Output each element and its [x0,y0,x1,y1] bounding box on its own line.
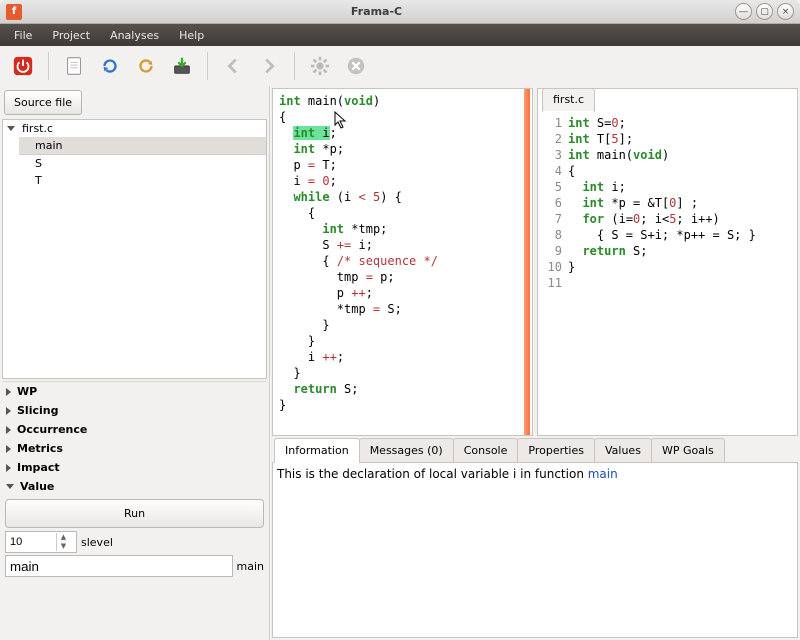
plugin-slicing[interactable]: Slicing [2,401,267,420]
normalized-code-pane[interactable]: int main(void) { int i; int *p; p = T; i… [272,88,533,436]
toolbar [0,46,800,86]
chevron-down-icon [7,126,15,131]
tree-item-s[interactable]: S [19,155,266,172]
right-panel: int main(void) { int i; int *p; p = T; i… [270,86,800,640]
left-panel: Source file first.c main S T WP Slicing … [0,86,270,640]
plugin-wp[interactable]: WP [2,382,267,401]
gear-icon[interactable] [303,49,337,83]
main-label: main [237,560,264,573]
tab-messages[interactable]: Messages (0) [359,438,454,463]
source-tree[interactable]: first.c main S T [2,119,267,379]
menu-analyses[interactable]: Analyses [100,26,169,45]
tab-properties[interactable]: Properties [517,438,595,463]
tree-item-label: T [35,174,42,187]
chevron-right-icon [6,464,11,472]
stop-icon[interactable] [339,49,373,83]
source-tab[interactable]: first.c [542,88,595,112]
tree-item-label: main [35,139,62,152]
tab-wp-goals[interactable]: WP Goals [651,438,725,463]
tree-item-label: S [35,157,42,170]
chevron-right-icon [6,407,11,415]
tree-item-t[interactable]: T [19,172,266,189]
reload-icon[interactable] [129,49,163,83]
minimize-button[interactable]: ― [735,3,752,20]
step-down-icon[interactable]: ▼ [56,542,70,551]
step-up-icon[interactable]: ▲ [56,533,70,542]
tree-item-main[interactable]: main [19,137,266,155]
chevron-down-icon [6,484,14,489]
bottom-panel: Information Messages (0) Console Propert… [272,438,798,638]
plugin-metrics[interactable]: Metrics [2,439,267,458]
original-code-pane[interactable]: first.c1int S=0; 2int T[5]; 3int main(vo… [537,88,798,436]
info-link-main[interactable]: main [588,467,618,481]
tab-values[interactable]: Values [594,438,652,463]
nav-back-icon[interactable] [216,49,250,83]
slevel-label: slevel [81,536,113,549]
info-text: This is the declaration of local variabl… [277,467,588,481]
mouse-cursor-icon [334,111,352,129]
plugin-occurrence[interactable]: Occurrence [2,420,267,439]
tab-information[interactable]: Information [274,438,360,463]
menu-file[interactable]: File [4,26,42,45]
refresh-icon[interactable] [93,49,127,83]
chevron-right-icon [6,426,11,434]
menu-help[interactable]: Help [169,26,214,45]
pane-gutter [524,89,530,435]
bottom-tabs: Information Messages (0) Console Propert… [272,438,798,463]
power-icon[interactable] [6,49,40,83]
plugin-value[interactable]: Value [2,477,267,496]
main-input[interactable] [5,555,233,577]
tab-console[interactable]: Console [453,438,519,463]
plugins-panel: WP Slicing Occurrence Metrics Impact Val… [2,381,267,579]
window-title: Frama-C [22,5,731,18]
plugin-impact[interactable]: Impact [2,458,267,477]
chevron-right-icon [6,388,11,396]
menu-project[interactable]: Project [42,26,100,45]
save-icon[interactable] [165,49,199,83]
information-box: This is the declaration of local variabl… [272,463,798,638]
tree-file-label: first.c [22,122,53,135]
run-button[interactable]: Run [5,499,264,528]
new-file-icon[interactable] [57,49,91,83]
titlebar: f Frama-C ― ▢ × [0,0,800,24]
close-button[interactable]: × [777,3,794,20]
slevel-input[interactable]: ▲▼ [5,531,77,553]
source-file-button[interactable]: Source file [4,90,82,115]
nav-forward-icon[interactable] [252,49,286,83]
chevron-right-icon [6,445,11,453]
menubar: File Project Analyses Help [0,24,800,46]
maximize-button[interactable]: ▢ [756,3,773,20]
tree-file[interactable]: first.c [3,120,266,137]
app-icon: f [6,4,22,20]
